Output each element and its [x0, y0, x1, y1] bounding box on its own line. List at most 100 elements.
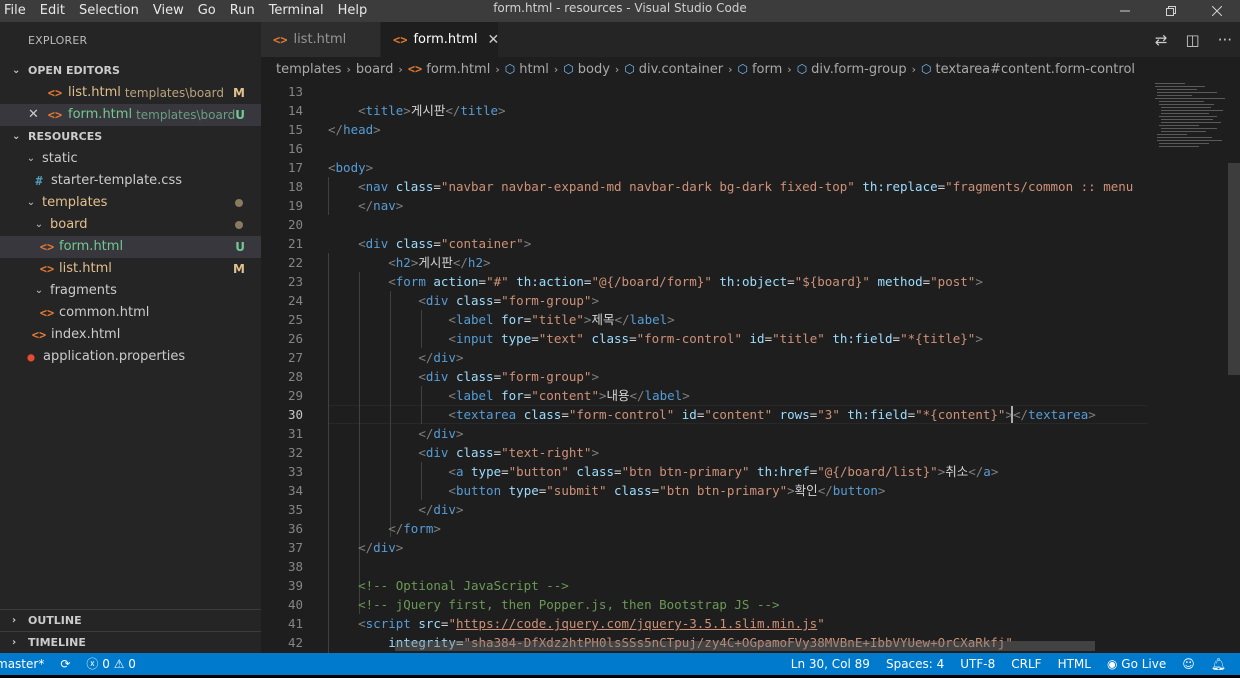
timeline-section[interactable]: › TIMELINE: [0, 631, 261, 653]
open-editor-name: form.html: [68, 107, 133, 122]
code-line: <body>: [328, 160, 374, 175]
line-number: 38: [287, 559, 303, 574]
tree-item-label: board: [50, 217, 88, 232]
tree-item-label: fragments: [50, 283, 117, 298]
line-number: 20: [287, 217, 303, 232]
element-icon: ⬡: [504, 62, 516, 76]
tree-folder-fragments[interactable]: ⌄ fragments: [0, 280, 261, 302]
line-number: 21: [287, 236, 303, 251]
breadcrumb-item[interactable]: board: [356, 62, 394, 77]
timeline-title: TIMELINE: [28, 635, 86, 649]
open-editors-title: OPEN EDITORS: [28, 64, 120, 77]
breadcrumb-item[interactable]: form: [752, 62, 782, 77]
tab-list-html[interactable]: <> list.html: [261, 22, 381, 57]
tree-file-form-html[interactable]: <> form.html U: [0, 236, 261, 258]
sidebar-bottom-sections: › OUTLINE › TIMELINE: [0, 609, 261, 653]
tree-file-starter-template-css[interactable]: # starter-template.css: [0, 170, 261, 192]
minimap-line: [1159, 146, 1199, 147]
tree-item-label: templates: [42, 195, 108, 210]
line-number: 28: [287, 369, 303, 384]
comment-text: <!-- jQuery first, then Popper.js, then …: [358, 597, 780, 612]
explorer-sidebar: EXPLORER ⌄ OPEN EDITORS <> list.html tem…: [0, 22, 261, 653]
outline-section[interactable]: › OUTLINE: [0, 609, 261, 631]
code-line: <label for="content">내용</label>: [448, 388, 690, 403]
code-line: </form>: [388, 521, 441, 536]
menu-view[interactable]: View: [153, 0, 192, 22]
close-icon[interactable]: ✕: [28, 104, 39, 126]
line-number: 27: [287, 350, 303, 365]
minimap-line: [1159, 104, 1214, 105]
breadcrumb-item[interactable]: templates: [276, 62, 341, 77]
minimap-line: [1157, 140, 1222, 141]
tree-folder-templates[interactable]: ⌄ templates: [0, 192, 261, 214]
close-window-button[interactable]: [1194, 0, 1240, 22]
tree-folder-static[interactable]: ⌄ static: [0, 148, 261, 170]
breadcrumb-item[interactable]: form.html: [426, 62, 490, 77]
language-mode[interactable]: HTML: [1050, 653, 1099, 675]
minimap[interactable]: [1151, 81, 1240, 653]
tree-item-label: list.html: [59, 261, 112, 276]
minimap-line: [1159, 101, 1204, 102]
tree-file-application-properties[interactable]: ● application.properties: [0, 346, 261, 368]
line-number: 29: [287, 388, 303, 403]
sync-icon[interactable]: ⟳: [52, 653, 78, 675]
menu-file[interactable]: File: [4, 0, 34, 22]
line-number: 41: [287, 616, 303, 631]
code-editor[interactable]: 13 14 15 16 17 18 19 20 21 22 23 24 25 2…: [261, 81, 1240, 653]
script-src-link[interactable]: https://code.jquery.com/jquery-3.5.1.sli…: [456, 616, 817, 631]
breadcrumb-item[interactable]: html: [519, 62, 549, 77]
line-number: 39: [287, 578, 303, 593]
resources-section[interactable]: ⌄ RESOURCES: [0, 126, 261, 148]
menu-help[interactable]: Help: [338, 0, 376, 22]
horizontal-scrollbar[interactable]: [395, 641, 1095, 651]
menu-run[interactable]: Run: [230, 0, 263, 22]
indentation[interactable]: Spaces: 4: [878, 653, 952, 675]
more-actions-icon[interactable]: ···: [1218, 31, 1232, 49]
element-icon: ⬡: [624, 62, 635, 76]
compare-changes-icon[interactable]: ⇄: [1155, 31, 1168, 49]
chevron-right-icon: ›: [398, 62, 403, 76]
menu-edit[interactable]: Edit: [40, 0, 73, 22]
breadcrumb-item[interactable]: div.form-group: [811, 62, 906, 77]
problems-indicator[interactable]: ⓧ 0 ⚠ 0: [78, 653, 144, 675]
breadcrumb-item[interactable]: div.container: [639, 62, 723, 77]
status-right: Ln 30, Col 89 Spaces: 4 UTF-8 CRLF HTML …: [783, 653, 1234, 675]
feedback-icon[interactable]: ☺: [1174, 653, 1203, 675]
breadcrumb-item[interactable]: textarea#content.form-control: [936, 62, 1136, 77]
open-editor-list-html[interactable]: <> list.html templates\board M: [0, 82, 261, 104]
git-branch[interactable]: master*: [0, 653, 52, 675]
tree-file-index-html[interactable]: <> index.html: [0, 324, 261, 346]
split-editor-icon[interactable]: ◫: [1186, 31, 1200, 49]
menu-selection[interactable]: Selection: [79, 0, 147, 22]
cursor-position[interactable]: Ln 30, Col 89: [783, 653, 878, 675]
tree-file-common-html[interactable]: <> common.html: [0, 302, 261, 324]
tab-form-html[interactable]: <> form.html ✕: [381, 22, 499, 57]
go-live-button[interactable]: ◉ Go Live: [1099, 653, 1174, 675]
code-lines[interactable]: <title>게시판</title> </head> <body> <nav c…: [328, 81, 1151, 653]
menu-terminal[interactable]: Terminal: [269, 0, 332, 22]
html-file-icon: <>: [47, 86, 63, 100]
close-icon[interactable]: ✕: [488, 32, 500, 48]
line-number: 33: [287, 464, 303, 479]
restore-button[interactable]: [1148, 0, 1194, 22]
minimize-button[interactable]: [1102, 0, 1148, 22]
code-line: </div>: [418, 502, 464, 517]
open-editor-form-html[interactable]: ✕ <> form.html templates\board U: [0, 104, 261, 126]
code-line: <div class="text-right">: [418, 445, 599, 460]
code-line: <nav class="navbar navbar-expand-md navb…: [358, 179, 1134, 194]
end-of-line[interactable]: CRLF: [1003, 653, 1049, 675]
line-number: 26: [287, 331, 303, 346]
menu-go[interactable]: Go: [198, 0, 224, 22]
open-editors-section[interactable]: ⌄ OPEN EDITORS: [0, 60, 261, 82]
chevron-down-icon: ⌄: [26, 153, 36, 164]
chevron-right-icon: ›: [614, 62, 620, 76]
tree-file-list-html[interactable]: <> list.html M: [0, 258, 261, 280]
breadcrumb-item[interactable]: body: [578, 62, 610, 77]
vertical-scrollbar[interactable]: [1228, 163, 1240, 375]
tree-folder-board[interactable]: ⌄ board: [0, 214, 261, 236]
element-icon: ⬡: [796, 62, 808, 76]
encoding[interactable]: UTF-8: [952, 653, 1003, 675]
chevron-right-icon: ›: [787, 62, 792, 76]
bell-icon[interactable]: 🔔︎: [1203, 653, 1234, 675]
css-file-icon: #: [35, 174, 43, 188]
